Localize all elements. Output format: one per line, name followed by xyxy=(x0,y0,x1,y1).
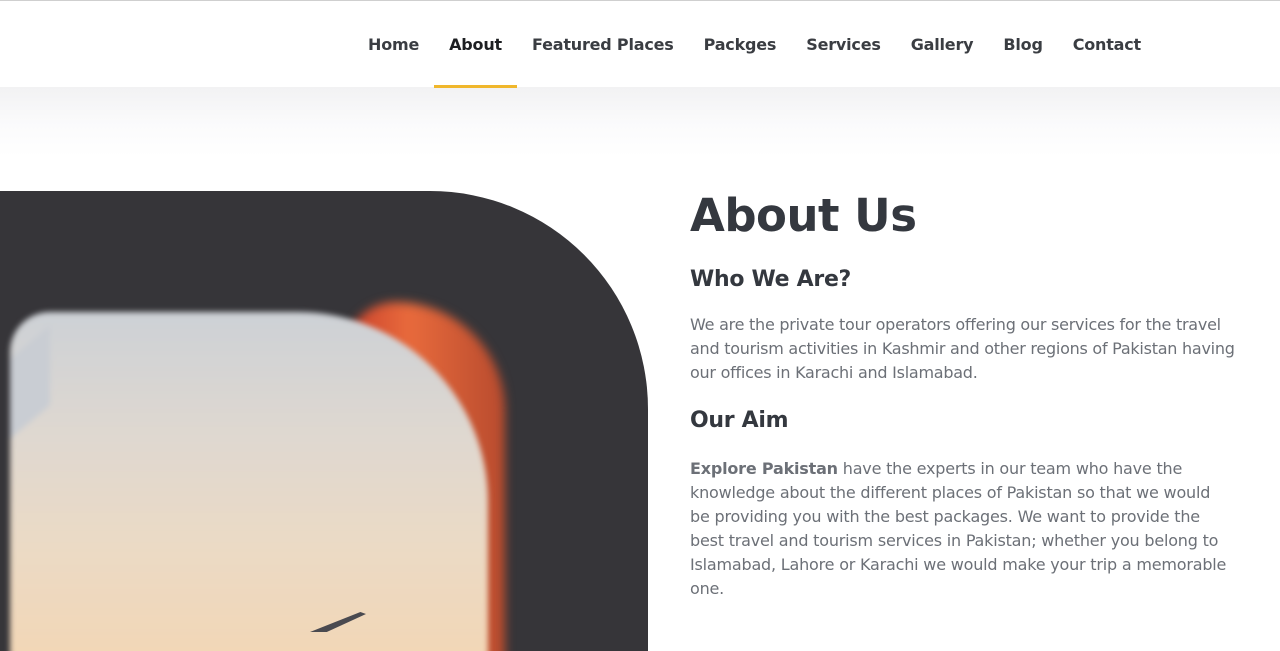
page-title: About Us xyxy=(690,189,917,242)
nav-label: Contact xyxy=(1072,34,1142,54)
nav-label: Home xyxy=(368,34,420,54)
nav-label: Services xyxy=(806,34,881,54)
nav-label: Blog xyxy=(1003,34,1043,54)
nav-item-packages[interactable]: Packges xyxy=(689,1,792,87)
our-aim-heading: Our Aim xyxy=(690,408,789,433)
airplane-window-image xyxy=(10,312,488,651)
our-aim-body: have the experts in our team who have th… xyxy=(690,459,1227,598)
nav-item-contact[interactable]: Contact xyxy=(1058,1,1156,87)
nav-label: Packges xyxy=(703,34,777,54)
top-navbar: Home About Featured Places Packges Servi… xyxy=(0,0,1280,88)
brand-name: Explore Pakistan xyxy=(690,459,838,478)
nav-item-services[interactable]: Services xyxy=(791,1,895,87)
active-indicator xyxy=(434,85,517,88)
our-aim-text: Explore Pakistan have the experts in our… xyxy=(690,457,1230,601)
nav-item-gallery[interactable]: Gallery xyxy=(896,1,989,87)
nav-item-home[interactable]: Home xyxy=(353,1,434,87)
about-section: About Us Who We Are? We are the private … xyxy=(690,188,1250,601)
nav-label: Featured Places xyxy=(531,34,674,54)
nav-item-featured-places[interactable]: Featured Places xyxy=(517,1,689,87)
header-shadow xyxy=(0,87,1280,157)
nav-label: Gallery xyxy=(910,34,974,54)
nav-label: About xyxy=(449,34,502,54)
about-photo xyxy=(0,191,648,651)
nav-item-about[interactable]: About xyxy=(434,1,517,88)
who-we-are-heading: Who We Are? xyxy=(690,267,852,292)
nav-item-blog[interactable]: Blog xyxy=(988,1,1057,87)
who-we-are-text: We are the private tour operators offeri… xyxy=(690,315,1235,382)
nav-menu: Home About Featured Places Packges Servi… xyxy=(353,1,1156,88)
